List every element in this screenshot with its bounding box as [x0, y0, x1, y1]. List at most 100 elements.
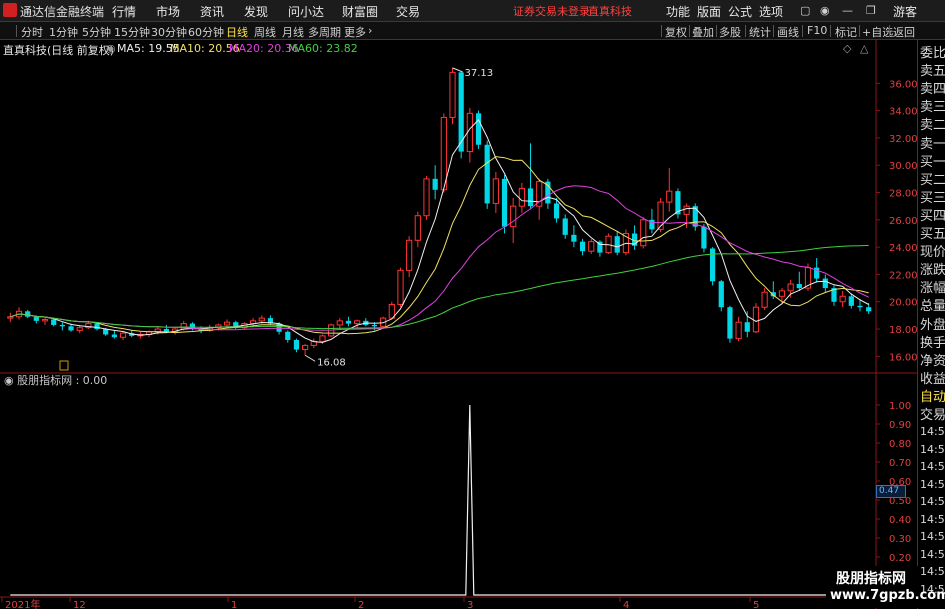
high-price-pointer	[452, 67, 463, 73]
trade-time: 14:56	[920, 425, 945, 438]
candle-body-down	[710, 248, 716, 282]
quote-field-label: 买二	[920, 172, 945, 188]
high-price-annotation: 37.13	[465, 68, 494, 79]
diamond-icon[interactable]: ◇	[843, 42, 851, 55]
candle-body-down	[822, 278, 828, 289]
quote-field-label: 卖五	[920, 64, 945, 80]
candle-body-down	[371, 324, 378, 327]
candle-body-up	[787, 283, 794, 292]
tool-diejia[interactable]: 叠加	[692, 24, 714, 40]
menu-faxian[interactable]: 发现	[244, 3, 268, 20]
period-fenshi[interactable]: 分时	[21, 24, 43, 40]
menu-caifuquan[interactable]: 财富圈	[342, 3, 378, 20]
ma60-value: MA60: 23.82	[288, 42, 358, 55]
restore-icon[interactable]: ▢	[800, 4, 810, 17]
candle-body-up	[449, 71, 456, 118]
candle-body-down	[866, 307, 872, 312]
trade-time: 14:56	[920, 512, 945, 526]
skin-icon[interactable]: ◉	[820, 4, 830, 17]
window-restore-icon[interactable]: ❐	[866, 4, 876, 17]
indicator-label: ◉ 股朋指标网 : 0.00	[4, 373, 107, 387]
trade-login-notice[interactable]: 证券交易未登录	[513, 3, 590, 19]
candle-body-up	[778, 290, 786, 297]
quote-field-label: 买三	[920, 190, 945, 206]
period-30min[interactable]: 30分钟	[151, 24, 187, 40]
tool-fuquan[interactable]: 复权	[665, 24, 687, 40]
tool-f10[interactable]: F10	[807, 24, 827, 37]
settings-circle-icon[interactable]: ◉	[106, 42, 116, 55]
trade-list-label: 交易	[920, 408, 945, 423]
indicator-tick-label: 0.80	[889, 439, 911, 450]
candle-body-down	[527, 188, 534, 207]
guest-login[interactable]: 游客	[893, 3, 917, 20]
tool-huaxian[interactable]: 画线	[777, 24, 799, 40]
tool-tongji[interactable]: 统计	[749, 24, 771, 40]
candle-body-down	[848, 296, 854, 306]
period-5min[interactable]: 5分钟	[82, 24, 111, 40]
toolbar-separator	[16, 25, 17, 37]
auto-toggle[interactable]: 自动	[920, 386, 945, 405]
menu-banmian[interactable]: 版面	[697, 3, 721, 20]
period-multi[interactable]: 多周期	[308, 24, 341, 40]
quote-field-label: 买四	[920, 208, 945, 224]
period-1min[interactable]: 1分钟	[49, 24, 78, 40]
toolbar-separator	[802, 25, 803, 37]
candle-body-up	[319, 335, 326, 342]
candle-body-up	[518, 187, 525, 207]
menu-hangqing[interactable]: 行情	[112, 3, 136, 20]
candle-body-down	[727, 307, 733, 339]
candle-body-up	[7, 316, 14, 319]
price-tick-label: 22.00	[889, 270, 917, 281]
period-15min[interactable]: 15分钟	[114, 24, 150, 40]
quote-side-panel: 委比 卖五 卖四 卖三 卖二 卖一 买一 买二 买三 买四 买五 现价 涨跌 涨幅 总量 外盘 换手 净资 收益 自动…	[917, 40, 945, 609]
period-daily[interactable]: 日线	[226, 24, 248, 40]
quote-field-label: 买五	[920, 227, 945, 242]
watermark: 股朋指标网 www.7gpzb.com	[826, 566, 945, 608]
app-logo-icon	[3, 3, 17, 17]
up-arrow-icon[interactable]: △	[860, 42, 868, 55]
menu-zixun[interactable]: 资讯	[200, 3, 224, 20]
time-tick-label: 2021年	[5, 598, 40, 609]
candle-body-down	[163, 329, 169, 332]
menu-wenxiaoda[interactable]: 问小达	[288, 3, 324, 20]
candle-body-down	[345, 320, 352, 324]
low-price-annotation: 16.08	[317, 357, 346, 368]
menu-bar: 通达信金融终端 行情 市场 资讯 发现 问小达 财富圈 交易 证券交易未登录 直…	[0, 0, 945, 22]
toolbar-separator	[716, 25, 717, 37]
more-chevron-icon[interactable]: ›	[368, 24, 372, 37]
chart-info-line: 直真科技(日线 前复权) ◉ MA5: 19.55 MA10: 20.56 MA…	[0, 40, 876, 57]
candle-body-down	[701, 226, 707, 249]
toolbar-separator	[830, 25, 831, 37]
kline-chart[interactable]: 36.00 34.00 32.00 30.00 28.00 26.00 24.00 22.00…	[0, 40, 917, 609]
toolbar-separator	[745, 25, 746, 37]
time-tick-label: 1	[231, 600, 237, 609]
watermark-url: www.7gpzb.com	[830, 588, 945, 603]
period-more[interactable]: 更多	[344, 24, 366, 40]
trade-time: 14:56	[920, 442, 945, 456]
minimize-icon[interactable]: —	[842, 4, 853, 17]
period-toolbar: 分时 1分钟 5分钟 15分钟 30分钟 60分钟 日线 周线 月线 多周期 更…	[0, 22, 945, 40]
event-marker-icon[interactable]	[59, 360, 69, 371]
menu-xuanxiang[interactable]: 选项	[759, 3, 783, 20]
tool-biaoji[interactable]: 标记	[835, 24, 857, 40]
period-weekly[interactable]: 周线	[254, 24, 276, 40]
quote-field-label: 涨幅	[920, 281, 945, 297]
menu-shichang[interactable]: 市场	[156, 3, 180, 20]
current-stock-name: 直真科技	[588, 5, 632, 18]
candle-body-down	[293, 339, 300, 350]
quote-field-label: 买一	[920, 154, 945, 170]
menu-jiaoyi[interactable]: 交易	[396, 3, 420, 20]
price-tick-label: 16.00	[889, 352, 917, 363]
candle-body-down	[501, 178, 508, 227]
period-monthly[interactable]: 月线	[282, 24, 304, 40]
candle-body-down	[484, 144, 490, 204]
candle-body-up	[414, 215, 421, 241]
period-60min[interactable]: 60分钟	[188, 24, 224, 40]
price-tick-label: 24.00	[889, 243, 917, 254]
menu-gongshi[interactable]: 公式	[728, 3, 752, 20]
candle-body-down	[111, 334, 117, 338]
menu-gongneng[interactable]: 功能	[666, 3, 690, 20]
tool-back[interactable]: 返回	[893, 24, 915, 40]
tool-duogu[interactable]: 多股	[719, 24, 741, 40]
price-tick-label: 18.00	[889, 325, 917, 336]
